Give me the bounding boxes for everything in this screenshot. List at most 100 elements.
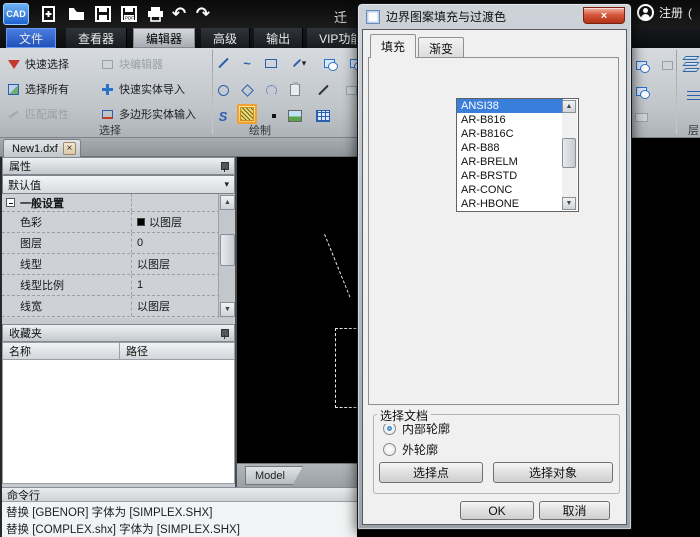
dialog-title-bar[interactable]: 边界图案填充与过渡色	[366, 8, 506, 25]
ribbon-quick-select[interactable]: 快速选择	[6, 56, 69, 72]
scroll-down-icon[interactable]: ▼	[562, 197, 576, 210]
scroll-up-icon[interactable]: ▲	[220, 195, 235, 210]
save-button[interactable]	[92, 4, 114, 24]
draw-circle-button[interactable]	[212, 79, 234, 101]
preset-dropdown[interactable]: 默认值 ▾	[2, 175, 235, 194]
ribbon-polygon-entity-input[interactable]: 多边形实体输入	[100, 106, 196, 122]
layers-button[interactable]	[684, 56, 698, 72]
draw-table-button[interactable]	[312, 105, 334, 127]
ribbon-block-editor[interactable]: 块编辑器	[100, 56, 163, 72]
undo-button[interactable]: ↶	[168, 4, 190, 24]
document-tab-new1[interactable]: New1.dxf ×	[3, 139, 81, 157]
open-file-button[interactable]	[65, 4, 87, 24]
dialog-content: 填充 渐变 图案: ANSI38 ▾ ... 样品: ANSI38 AR-B81…	[362, 29, 627, 525]
dashed-line-entity[interactable]	[324, 234, 350, 297]
properties-panel-header[interactable]: 属性	[2, 157, 235, 175]
draw-paste-button[interactable]	[284, 79, 306, 101]
new-file-button[interactable]	[38, 4, 60, 24]
menu-editor[interactable]: 编辑器	[133, 28, 195, 48]
ok-button[interactable]: OK	[460, 501, 534, 520]
property-section-row[interactable]: 一般设置	[2, 194, 235, 212]
right-tool-2[interactable]	[656, 54, 678, 76]
register-button[interactable]: 注册 (	[637, 4, 692, 21]
column-path[interactable]: 路径	[120, 342, 235, 360]
favorites-panel-header[interactable]: 收藏夹	[2, 324, 235, 342]
pattern-option[interactable]: AR-B88	[457, 141, 578, 155]
draw-block-import-button[interactable]	[318, 52, 340, 74]
quick-select-icon	[6, 57, 21, 72]
dialog-close-button[interactable]: ×	[583, 7, 625, 24]
match-properties-icon	[6, 107, 21, 122]
scroll-down-icon[interactable]: ▼	[220, 302, 235, 317]
svg-text:PDF: PDF	[125, 16, 134, 21]
command-line-header[interactable]: 命令行	[2, 487, 357, 502]
hatch-icon	[240, 107, 254, 121]
right-tool-3[interactable]	[630, 80, 652, 102]
draw-polygon-button[interactable]	[236, 79, 258, 101]
property-row-lineweight[interactable]: 线宽 以图层	[2, 296, 235, 317]
pattern-option[interactable]: AR-CONC	[457, 183, 578, 197]
draw-arc-button[interactable]	[260, 79, 282, 101]
ribbon-quick-entity-import[interactable]: 快速实体导入	[100, 81, 185, 97]
tab-gradient[interactable]: 渐变	[418, 37, 464, 59]
scroll-thumb[interactable]	[562, 138, 576, 168]
property-row-layer[interactable]: 图层 0	[2, 233, 235, 254]
draw-rectangle-button[interactable]	[260, 52, 282, 74]
pin-icon[interactable]	[220, 162, 228, 172]
scroll-up-icon[interactable]: ▲	[562, 100, 576, 113]
pattern-option-selected[interactable]: ANSI38	[457, 99, 563, 113]
tab-fill[interactable]: 填充	[370, 34, 416, 58]
list-scrollbar[interactable]: ▲ ▼	[562, 100, 577, 210]
favorites-column-header: 名称 路径	[2, 342, 235, 360]
disabled-tool-icon	[346, 86, 357, 95]
draw-line-button[interactable]	[212, 52, 234, 74]
draw-polyline-button[interactable]: ~	[236, 52, 258, 74]
block-editor-icon	[100, 57, 115, 72]
property-row-color[interactable]: 色彩 以图层	[2, 212, 235, 233]
property-row-linetype[interactable]: 线型 以图层	[2, 254, 235, 275]
collapse-icon[interactable]	[6, 198, 15, 207]
pattern-option[interactable]: AR-B816C	[457, 127, 578, 141]
ribbon-match-properties[interactable]: 匹配属性	[6, 106, 69, 122]
draw-multiline-button[interactable]: ▾	[284, 52, 314, 74]
pattern-option[interactable]: AR-B816	[457, 113, 578, 127]
save-as-pdf-button[interactable]: PDF	[118, 4, 140, 24]
app-logo-icon[interactable]: CAD	[3, 3, 29, 25]
list-icon	[687, 90, 700, 100]
pattern-option[interactable]: AR-HBONE	[457, 197, 578, 211]
pick-object-button[interactable]: 选择对象	[493, 462, 613, 483]
layer-list-button[interactable]	[682, 84, 700, 106]
close-tab-icon[interactable]: ×	[63, 142, 76, 155]
polyline-icon: ~	[243, 56, 251, 71]
menu-output[interactable]: 输出	[254, 28, 303, 48]
right-tool-1[interactable]	[630, 54, 652, 76]
scroll-thumb[interactable]	[220, 234, 235, 266]
cancel-button[interactable]: 取消	[539, 501, 610, 520]
model-tab[interactable]: Model	[245, 466, 303, 485]
radio-outer-contour[interactable]: 外轮廓	[383, 441, 438, 458]
pin-icon[interactable]	[220, 329, 228, 339]
redo-button[interactable]: ↷	[192, 4, 214, 24]
line-icon	[218, 58, 229, 69]
hatch-active-frame	[237, 104, 257, 124]
property-scrollbar[interactable]: ▲ ▼	[218, 194, 235, 318]
layer-group-partial-label: 层	[688, 122, 699, 138]
pattern-option[interactable]: AR-BRELM	[457, 155, 578, 169]
property-label: 线宽	[2, 296, 132, 316]
pattern-option[interactable]: AR-BRSTD	[457, 169, 578, 183]
draw-pen-line-button[interactable]	[312, 79, 334, 101]
pick-point-button[interactable]: 选择点	[379, 462, 483, 483]
favorites-list-empty[interactable]	[2, 360, 235, 484]
menu-advanced[interactable]: 高级	[201, 28, 250, 48]
command-history-line: 替换 [GBENOR] 字体为 [SIMPLEX.SHX]	[2, 502, 357, 520]
menu-viewer[interactable]: 查看器	[66, 28, 127, 48]
ribbon-select-all[interactable]: 选择所有	[6, 81, 69, 97]
right-tool-4[interactable]	[630, 106, 652, 128]
boundary-group-label: 选择文档	[377, 407, 431, 424]
print-button[interactable]	[144, 4, 166, 24]
property-row-ltscale[interactable]: 线型比例 1	[2, 275, 235, 296]
column-name[interactable]: 名称	[2, 342, 120, 360]
chevron-down-icon: ▾	[224, 179, 229, 190]
menu-file[interactable]: 文件	[6, 28, 56, 48]
draw-hatch-button-active[interactable]	[237, 104, 257, 124]
